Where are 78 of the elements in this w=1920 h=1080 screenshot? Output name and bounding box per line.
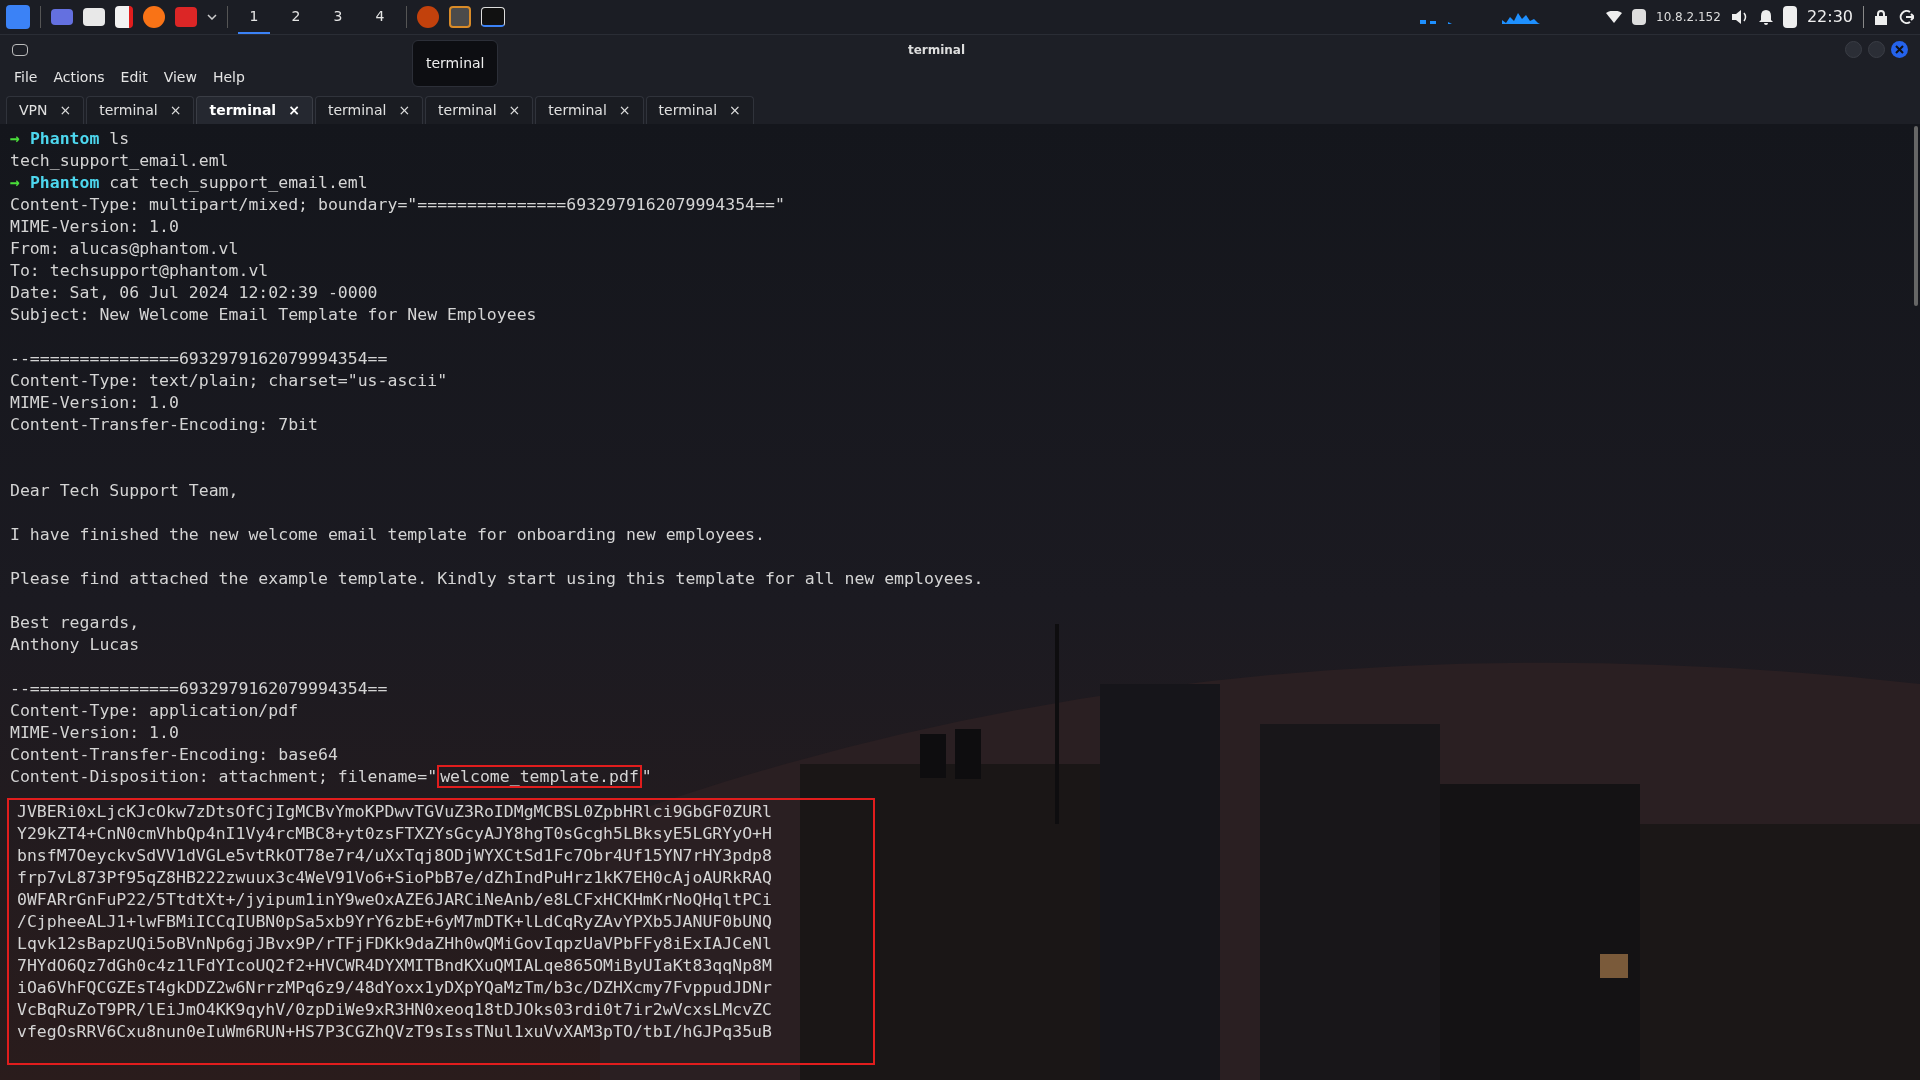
output-line: MIME-Version: 1.0 xyxy=(10,723,179,742)
output-line: Date: Sat, 06 Jul 2024 12:02:39 -0000 xyxy=(10,283,378,302)
highlighted-filename: welcome_template.pdf xyxy=(437,765,642,788)
wifi-icon[interactable] xyxy=(1606,11,1622,23)
workspace-button[interactable]: 2 xyxy=(280,0,312,34)
tooltip: terminal xyxy=(412,40,499,87)
output-line: Content-Transfer-Encoding: base64 xyxy=(10,745,338,764)
ip-address: 10.8.2.152 xyxy=(1656,9,1721,26)
bell-icon[interactable] xyxy=(1758,9,1773,25)
lock-icon[interactable] xyxy=(1874,9,1888,25)
prompt-user: Phantom xyxy=(29,173,100,192)
workspace-button[interactable]: 4 xyxy=(364,0,396,34)
menu-item[interactable]: View xyxy=(157,66,203,88)
output-line: From: alucas@phantom.vl xyxy=(10,239,239,258)
tab[interactable]: terminal × xyxy=(535,96,644,124)
workspace-button[interactable]: 3 xyxy=(322,0,354,34)
prompt-user: Phantom xyxy=(29,129,100,148)
caret-icon[interactable] xyxy=(207,14,217,20)
logout-icon[interactable] xyxy=(1898,9,1914,25)
base64-line: Y29kZT4+CnN0cmVhbQp4nI1Vy4rcMBC8+yt0zsFTXZYsGcyAJY8hgT0sGcgh5LBksyE5LGRYyO+H xyxy=(16,823,773,845)
speaker-icon[interactable] xyxy=(1730,9,1749,25)
command-text: cat tech_support_email.eml xyxy=(109,173,368,192)
base64-line: 7HYdO6Qz7dGh0c4z1lFdYIcoUQ2f2+HVCWR4DYXMITBndKXuQMIALqe865OMiByUIaKt83qqNp8M xyxy=(16,955,773,977)
output-line: Anthony Lucas xyxy=(10,635,140,654)
output-line: I have finished the new welcome email template for onboarding new employees. xyxy=(10,525,765,544)
base64-line: iOa6VhFQCGZEsT4gkDDZ2w6NrrzMPq6z9/48dYoxx1yDXpYQaMzTm/b3c/DZHXcmy7FvppudJDNr xyxy=(16,977,773,999)
tab-close-icon[interactable]: × xyxy=(288,100,300,121)
tab[interactable]: terminal × xyxy=(645,96,754,124)
base64-line: VcBqRuZoT9PR/lEiJmO4KK9qyhV/0zpDiWe9xR3HN0xeoq18tDJOks03rdi0t7ir2wVcxsLMcvZC xyxy=(16,999,773,1021)
prompt-arrow: → xyxy=(10,173,20,192)
tab[interactable]: VPN × xyxy=(6,96,85,124)
output-line: Content-Type: multipart/mixed; boundary="===============6932979162079994354==" xyxy=(10,195,785,214)
base64-line: /CjpheeALJ1+lwFBMiICCqIUBN0pSa5xb9YrY6zbE+6yM7mDTK+lLdCqRyZAvYPXb5JANUF0bUNQ xyxy=(16,911,773,933)
tab-close-icon[interactable]: × xyxy=(59,100,72,121)
output-line: Content-Type: application/pdf xyxy=(10,701,299,720)
terminal-icon xyxy=(12,43,28,56)
terminal-icon[interactable] xyxy=(481,7,505,27)
base64-line: bnsfM7OeyckvSdVV1dVGLe5vtRkOT78e7r4/uXxTqj8ODjWYXCtSd1Fc7Obr4Uf15YN7rHY3pdp8 xyxy=(16,845,773,867)
tab-close-icon[interactable]: × xyxy=(508,100,521,121)
output-line: Best regards, xyxy=(10,613,140,632)
output-line: --===============6932979162079994354== xyxy=(10,349,388,368)
menu-item[interactable]: Edit xyxy=(114,66,154,88)
tab[interactable]: terminal × xyxy=(196,96,313,124)
base64-line: Lqvk12sBapzUQi5oBVnNp6gjJBvx9P/rTFjFDKk9daZHh0wQMiGovIqpzUaVPbFFy8iExIAJCeNl xyxy=(16,933,773,955)
output-line: MIME-Version: 1.0 xyxy=(10,393,179,412)
menu-item[interactable]: Help xyxy=(206,66,251,88)
clock: 22:30 xyxy=(1806,6,1853,28)
tab[interactable]: terminal × xyxy=(425,96,534,124)
command-text: ls xyxy=(109,129,130,148)
window-title: terminal xyxy=(907,41,966,59)
quote-text: " xyxy=(641,767,652,786)
document-icon[interactable] xyxy=(115,6,133,28)
output-line: Subject: New Welcome Email Template for New Employees xyxy=(10,305,537,324)
tab[interactable]: terminal × xyxy=(314,96,424,124)
menu-item[interactable]: Actions xyxy=(47,66,111,88)
close-button[interactable] xyxy=(1891,41,1908,58)
output-line: Content-Transfer-Encoding: 7bit xyxy=(10,415,318,434)
output-line: Dear Tech Support Team, xyxy=(10,481,239,500)
base64-line: frp7vL873Pf95qZ8HB222zwuux3c4WeV91Vo6+SioPbB7e/dZhIndPuHrz1kK7EH0cAjoAURkRAQ xyxy=(16,867,773,889)
output-line: Please find attached the example template. Kindly start using this template for all new employees. xyxy=(10,569,984,588)
output-line: tech_support_email.eml xyxy=(10,151,229,170)
tab-close-icon[interactable]: × xyxy=(398,100,411,121)
output-line: To: techsupport@phantom.vl xyxy=(10,261,269,280)
tab-close-icon[interactable]: × xyxy=(169,100,182,121)
output-line: MIME-Version: 1.0 xyxy=(10,217,179,236)
menu-item[interactable]: File xyxy=(8,66,44,88)
output-line: Content-Type: text/plain; charset="us-ascii" xyxy=(10,371,448,390)
tab-close-icon[interactable]: × xyxy=(729,100,741,121)
tab-close-icon[interactable]: × xyxy=(618,100,631,121)
base64-line: JVBERi0xLjcKJcOkw7zDtsOfCjIgMCBvYmoKPDwvTGVuZ3RoIDMgMCBSL0ZpbHRlci9GbGF0ZURl xyxy=(16,801,773,823)
scrollbar[interactable] xyxy=(1914,126,1918,306)
output-line: Content-Disposition: attachment; filename=" xyxy=(10,767,438,786)
output-line: --===============6932979162079994354== xyxy=(10,679,388,698)
prompt-arrow: → xyxy=(10,129,20,148)
close-icon xyxy=(1895,45,1904,54)
tab[interactable]: terminal × xyxy=(86,96,195,124)
base64-line: 0WFARrGnFuP22/5TtdtXt+/jyipum1inY9weOxAZE6JARCiNeAnb/e8LCFxHCKHmKrNoQHqltPCi xyxy=(16,889,773,911)
base64-line: vfegOsRRV6Cxu8nun0eIuWm6RUN+HS7P3CGZhQVzT9sIssTNul1xuVvXAM3pTO/tbI/hGJPq35uB xyxy=(16,1021,773,1043)
